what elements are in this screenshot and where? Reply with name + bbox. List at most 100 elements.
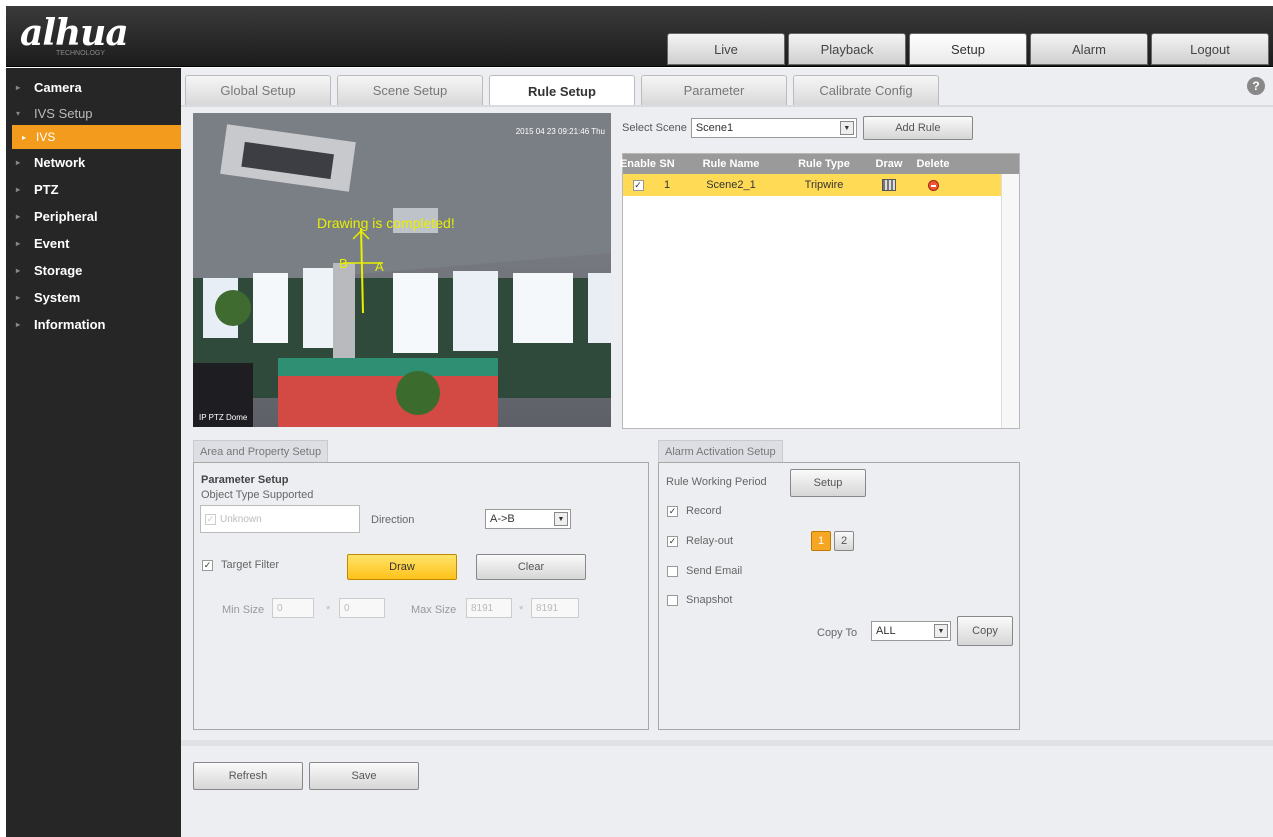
- column-header-enable: Enable: [619, 158, 657, 170]
- footer-divider: [181, 740, 1273, 746]
- help-icon[interactable]: ?: [1247, 77, 1265, 95]
- draw-button[interactable]: Draw: [347, 554, 457, 580]
- tab-global-setup[interactable]: Global Setup: [185, 75, 331, 105]
- select-scene-label: Select Scene: [622, 122, 687, 134]
- sidebar-item-network[interactable]: ▸ Network: [6, 149, 181, 176]
- draw-icon[interactable]: [882, 179, 896, 191]
- working-period-setup-button[interactable]: Setup: [790, 469, 866, 497]
- direction-select[interactable]: A->B ▼: [485, 509, 571, 529]
- nav-alarm[interactable]: Alarm: [1030, 33, 1148, 65]
- video-overlay-status: Drawing is completed!: [317, 215, 455, 231]
- tab-rule-setup[interactable]: Rule Setup: [489, 75, 635, 106]
- min-size-width-input[interactable]: 0: [272, 598, 314, 618]
- sidebar-item-label: IVS Setup: [34, 105, 93, 121]
- scene-selector-row: Select Scene Scene1 ▼ Add Rule: [622, 116, 973, 140]
- brand-logo: alhua: [20, 12, 129, 54]
- rule-table-header: Enable SN Rule Name Rule Type Draw Delet…: [619, 154, 1019, 174]
- tab-scene-setup[interactable]: Scene Setup: [337, 75, 483, 105]
- object-type-value: Unknown: [220, 513, 262, 525]
- target-filter-checkbox[interactable]: ✓: [202, 559, 213, 571]
- main-content: Global Setup Scene Setup Rule Setup Para…: [181, 68, 1273, 837]
- nav-setup[interactable]: Setup: [909, 33, 1027, 65]
- camera-label: IP PTZ Dome: [199, 413, 248, 422]
- object-type-field: ✓ Unknown: [200, 505, 360, 533]
- rule-enable-checkbox[interactable]: ✓: [632, 179, 644, 191]
- send-email-checkbox[interactable]: [667, 565, 678, 577]
- relay-out-2-button[interactable]: 2: [834, 531, 854, 551]
- area-property-panel: Parameter Setup Object Type Supported ✓ …: [193, 462, 649, 730]
- rule-enable-cell: ✓: [623, 174, 653, 196]
- tab-parameter[interactable]: Parameter: [641, 75, 787, 105]
- add-rule-button[interactable]: Add Rule: [862, 116, 973, 140]
- dropdown-arrow-icon: ▼: [934, 624, 948, 638]
- nav-logout[interactable]: Logout: [1151, 33, 1269, 65]
- chevron-right-icon: ▸: [16, 266, 21, 275]
- tab-calibrate-config[interactable]: Calibrate Config: [793, 75, 939, 105]
- nav-playback[interactable]: Playback: [788, 33, 906, 65]
- max-size-width-input[interactable]: 8191: [466, 598, 512, 618]
- relay-out-label: Relay-out: [686, 535, 734, 547]
- copy-button[interactable]: Copy: [957, 616, 1013, 646]
- save-button[interactable]: Save: [309, 762, 419, 790]
- rule-type: Tripwire: [804, 179, 844, 191]
- tripwire-point-b: B: [339, 256, 348, 271]
- copy-to-label: Copy To: [817, 627, 858, 639]
- tripwire-point-a: A: [375, 259, 384, 274]
- alarm-activation-panel: Rule Working Period Setup ✓ Record ✓ Rel…: [658, 462, 1020, 730]
- max-size-height-input[interactable]: 8191: [531, 598, 579, 618]
- sidebar-item-event[interactable]: ▸ Event: [6, 230, 181, 257]
- delete-icon[interactable]: [927, 179, 939, 191]
- snapshot-checkbox[interactable]: [667, 594, 678, 606]
- setup-tabs: Global Setup Scene Setup Rule Setup Para…: [185, 75, 939, 106]
- sidebar-item-label: IVS: [36, 130, 56, 144]
- scene-select[interactable]: Scene1 ▼: [690, 118, 857, 138]
- refresh-button[interactable]: Refresh: [193, 762, 303, 790]
- sidebar-item-system[interactable]: ▸ System: [6, 284, 181, 311]
- sidebar-item-label: System: [34, 290, 81, 305]
- sidebar-subitem-ivs[interactable]: ▸ IVS: [12, 125, 181, 149]
- sidebar-item-ptz[interactable]: ▸ PTZ: [6, 176, 181, 203]
- chevron-right-icon: ▸: [16, 320, 21, 329]
- column-header-rule-name: Rule Name: [702, 158, 760, 170]
- relay-out-checkbox[interactable]: ✓: [667, 535, 678, 547]
- object-type-label: Object Type Supported: [201, 489, 314, 501]
- object-type-checkbox: ✓: [205, 513, 216, 525]
- table-row[interactable]: ✓ 1 Scene2_1 Tripwire: [623, 174, 1001, 196]
- rule-table-scrollbar[interactable]: [1001, 174, 1019, 428]
- send-email-row: Send Email: [667, 565, 742, 577]
- copy-to-select-value: ALL: [876, 625, 896, 637]
- sidebar-item-label: Storage: [34, 263, 83, 278]
- tab-divider: [181, 105, 1273, 107]
- column-header-sn: SN: [659, 158, 675, 170]
- rule-delete-cell: [911, 174, 955, 196]
- sidebar-item-peripheral[interactable]: ▸ Peripheral: [6, 203, 181, 230]
- chevron-right-icon: ▸: [16, 293, 21, 302]
- relay-out-1-button[interactable]: 1: [811, 531, 831, 551]
- chevron-right-icon: ▸: [16, 158, 21, 167]
- chevron-right-icon: ▸: [16, 185, 21, 194]
- sidebar-item-camera[interactable]: ▸ Camera: [6, 74, 181, 101]
- nav-live[interactable]: Live: [667, 33, 785, 65]
- sidebar-item-storage[interactable]: ▸ Storage: [6, 257, 181, 284]
- column-header-rule-type: Rule Type: [798, 158, 850, 170]
- rule-name: Scene2_1: [706, 179, 756, 191]
- camera-scene-illustration: [193, 113, 611, 427]
- snapshot-row: Snapshot: [667, 594, 732, 606]
- rule-sn: 1: [663, 179, 671, 191]
- video-preview[interactable]: 2015 04 23 09:21:46 Thu Drawing is compl…: [193, 113, 611, 427]
- target-filter-label: Target Filter: [221, 559, 280, 571]
- record-row: ✓ Record: [667, 505, 721, 517]
- min-size-height-input[interactable]: 0: [339, 598, 385, 618]
- copy-to-select[interactable]: ALL ▼: [871, 621, 951, 641]
- area-setup-legend: Area and Property Setup: [193, 440, 329, 462]
- rule-draw-cell: [867, 174, 911, 196]
- sidebar-item-ivs-setup[interactable]: ▾ IVS Setup: [6, 101, 181, 125]
- direction-label: Direction: [371, 514, 415, 526]
- record-checkbox[interactable]: ✓: [667, 505, 678, 517]
- clear-button[interactable]: Clear: [476, 554, 586, 580]
- working-period-label: Rule Working Period: [666, 476, 767, 488]
- sidebar-item-information[interactable]: ▸ Information: [6, 311, 181, 338]
- chevron-right-icon: ▸: [16, 239, 21, 248]
- chevron-right-icon: ▸: [16, 83, 21, 92]
- snapshot-label: Snapshot: [686, 594, 733, 606]
